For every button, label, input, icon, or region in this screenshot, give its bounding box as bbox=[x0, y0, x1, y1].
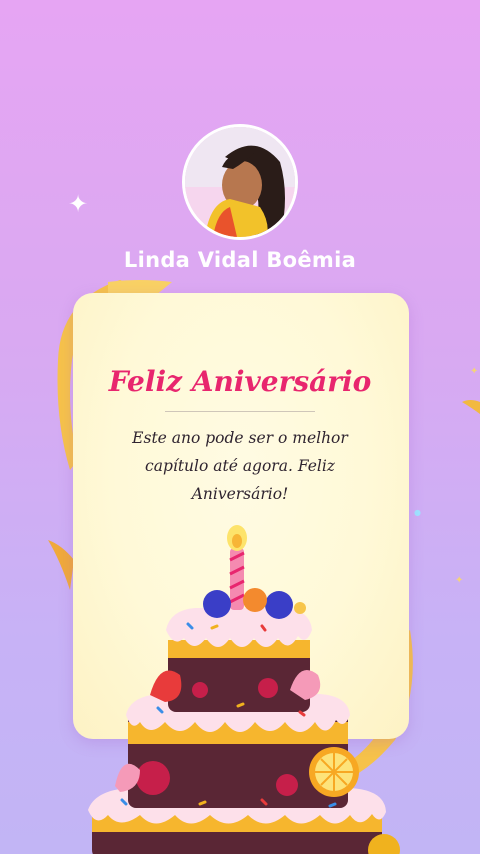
birthday-cake-illustration bbox=[88, 525, 400, 854]
